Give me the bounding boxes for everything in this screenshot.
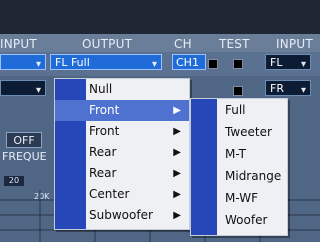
output-row1-select[interactable]: FL Full ▾	[50, 54, 162, 70]
header-output: OUTPUT	[82, 37, 133, 51]
submenu-item-label: Tweeter	[225, 125, 272, 139]
chevron-right-icon: ▶	[173, 126, 181, 137]
caret-down-icon: ▾	[300, 59, 306, 70]
header-input-left: INPUT	[0, 37, 37, 51]
menu-item-rear-1[interactable]: Rear ▶	[55, 142, 189, 163]
chevron-right-icon: ▶	[173, 168, 181, 179]
submenu-item-label: Full	[225, 103, 246, 117]
frequency-label: FREQUE	[2, 150, 47, 163]
off-button[interactable]: OFF	[6, 132, 42, 148]
menu-item-label: Center	[89, 187, 130, 201]
top-strip	[0, 0, 320, 34]
input-right-row2-value: FR	[270, 82, 284, 95]
ch-row1-value: CH1	[176, 56, 199, 69]
submenu-item-m-wf[interactable]: M-WF	[191, 187, 287, 209]
square-icon[interactable]	[233, 59, 243, 69]
menu-item-label: Front	[89, 103, 120, 117]
chevron-right-icon: ▶	[173, 189, 181, 200]
menu-item-label: Subwoofer	[89, 208, 153, 222]
submenu-item-full[interactable]: Full	[191, 99, 287, 121]
chevron-right-icon: ▶	[173, 210, 181, 221]
menu-item-front[interactable]: Front ▶	[55, 121, 189, 142]
menu-item-null[interactable]: Null	[55, 79, 189, 100]
square-icon[interactable]	[208, 59, 218, 69]
submenu-item-label: M-T	[225, 147, 246, 161]
submenu-item-midrange[interactable]: Midrange	[191, 165, 287, 187]
input-left-row1-select[interactable]: ▾	[0, 54, 46, 70]
menu-item-subwoofer[interactable]: Subwoofer ▶	[55, 205, 189, 226]
menu-item-center[interactable]: Center ▶	[55, 184, 189, 205]
ch-row1-select[interactable]: CH1	[172, 54, 206, 70]
caret-down-icon: ▾	[35, 85, 41, 96]
menu-item-label: Null	[89, 82, 113, 96]
menu-item-label: Rear	[89, 145, 117, 159]
caret-down-icon: ▾	[151, 59, 157, 70]
input-right-row2-select[interactable]: FR ▾	[265, 80, 311, 96]
menu-item-label: Rear	[89, 166, 117, 180]
frequency-small-value: 20	[4, 176, 24, 186]
input-left-row2-select[interactable]: ▾	[0, 80, 46, 96]
header-test: TEST	[219, 37, 250, 51]
output-row1-value: FL Full	[55, 56, 90, 69]
output-dropdown-menu: Null Front ▶ Front ▶ Rear ▶ Rear ▶ Cente…	[54, 78, 190, 230]
front-submenu: Full Tweeter M-T Midrange M-WF Woofer	[190, 98, 288, 236]
submenu-item-woofer[interactable]: Woofer	[191, 209, 287, 231]
square-icon[interactable]	[233, 86, 243, 96]
menu-item-front-active[interactable]: Front ▶	[55, 100, 189, 121]
chevron-right-icon: ▶	[173, 105, 181, 116]
submenu-item-label: Woofer	[225, 213, 268, 227]
input-right-row1-value: FL	[270, 56, 283, 69]
submenu-item-label: Midrange	[225, 169, 282, 183]
app-root: INPUT OUTPUT CH TEST INPUT ▾ FL Full ▾ C…	[0, 0, 320, 242]
menu-item-label: Front	[89, 124, 120, 138]
menu-item-rear-2[interactable]: Rear ▶	[55, 163, 189, 184]
caret-down-icon: ▾	[300, 85, 306, 96]
submenu-item-m-t[interactable]: M-T	[191, 143, 287, 165]
header-ch: CH	[174, 37, 192, 51]
header-input-right: INPUT	[276, 37, 313, 51]
input-right-row1-select[interactable]: FL ▾	[265, 54, 311, 70]
chevron-right-icon: ▶	[173, 147, 181, 158]
submenu-item-label: M-WF	[225, 191, 258, 205]
caret-down-icon: ▾	[35, 59, 41, 70]
submenu-item-tweeter[interactable]: Tweeter	[191, 121, 287, 143]
